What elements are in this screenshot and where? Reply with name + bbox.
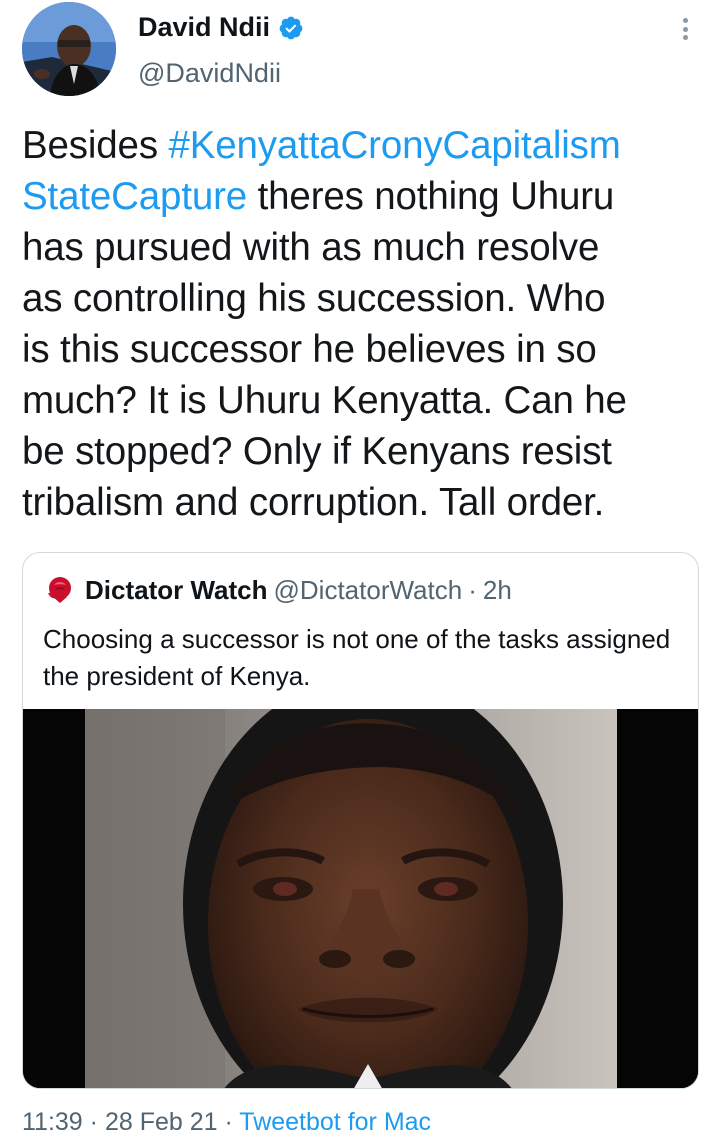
quoted-timestamp: 2h (482, 574, 512, 605)
quoted-author-name: Dictator Watch (85, 574, 268, 605)
author-handle[interactable]: @DavidNdii (138, 58, 281, 89)
verified-badge-icon (278, 15, 304, 41)
quoted-author-handle: @DictatorWatch (273, 574, 463, 605)
tweet-text: Besides #KenyattaCronyCapitalism StateCap… (22, 120, 712, 528)
tweet-meta: 11:39 · 28 Feb 21 · Tweetbot for Mac (22, 1108, 431, 1130)
hashtag-link[interactable]: #KenyattaCronyCapitalism (168, 124, 620, 167)
hashtag-link[interactable]: StateCapture (22, 175, 247, 218)
quoted-separator: · (468, 574, 477, 605)
tweet-text-segment: as controlling his succession. Who (22, 277, 606, 320)
tweet-source-link[interactable]: Tweetbot for Mac (239, 1108, 431, 1130)
author-avatar[interactable] (22, 2, 116, 96)
quoted-tweet-header: Dictator Watch @DictatorWatch · 2h (43, 573, 512, 607)
tweet-text-segment: theres nothing Uhuru (247, 175, 615, 218)
tweet-text-segment: tribalism and corruption. Tall order. (22, 481, 605, 524)
tweet-text-segment: has pursued with as much resolve (22, 226, 600, 269)
tweet-date[interactable]: 28 Feb 21 (105, 1108, 218, 1130)
meta-separator-1: · (82, 1108, 105, 1130)
more-options-icon[interactable] (674, 16, 696, 42)
tweet-text-line: much? It is Uhuru Kenyatta. Can he (22, 375, 712, 426)
tweet-text-segment: Besides (22, 124, 169, 167)
quoted-tweet-photo[interactable] (23, 709, 698, 1088)
tweet-text-line: Besides #KenyattaCronyCapitalism (22, 120, 712, 171)
tweet-text-line: has pursued with as much resolve (22, 222, 712, 273)
quoted-tweet-card[interactable]: Dictator Watch @DictatorWatch · 2h Choos… (22, 552, 699, 1089)
quoted-tweet-text: Choosing a successor is not one of the t… (43, 624, 671, 691)
meta-separator-2: · (217, 1108, 240, 1130)
tweet-text-line: tribalism and corruption. Tall order. (22, 477, 712, 528)
tweet-text-segment: is this successor he believes in so (22, 328, 597, 371)
author-name-row[interactable]: David Ndii (138, 12, 304, 43)
tweet-text-segment: much? It is Uhuru Kenyatta. Can he (22, 379, 627, 422)
tweet-text-line: StateCapture theres nothing Uhuru (22, 171, 712, 222)
tweet-text-segment: be stopped? Only if Kenyans resist (22, 430, 612, 473)
tweet: David Ndii @DavidNdii Besides #KenyattaC… (0, 0, 720, 1130)
author-name[interactable]: David Ndii (138, 12, 270, 43)
tweet-text-line: as controlling his succession. Who (22, 273, 712, 324)
tweet-text-line: be stopped? Only if Kenyans resist (22, 426, 712, 477)
tweet-time[interactable]: 11:39 (22, 1108, 83, 1130)
tweet-text-line: is this successor he believes in so (22, 324, 712, 375)
rose-icon (43, 573, 77, 607)
